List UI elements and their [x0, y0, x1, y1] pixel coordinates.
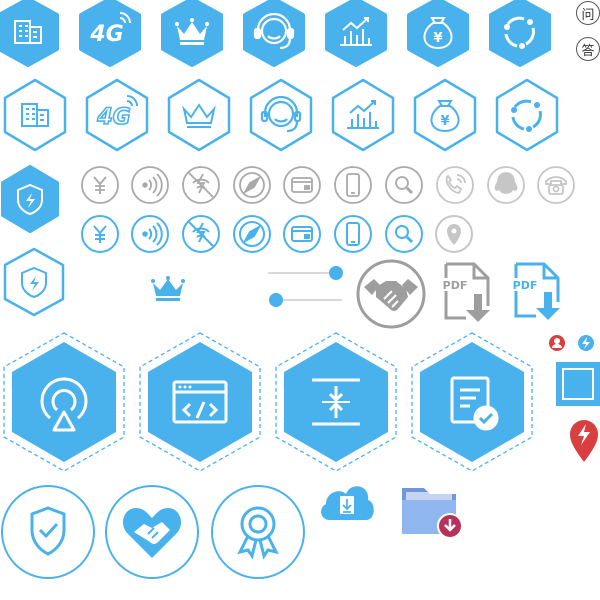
hex-filled-money-bag: ¥ [407, 0, 469, 67]
hex-filled-headset [243, 0, 305, 67]
question-char: 问 [581, 7, 595, 23]
folder-download-icon[interactable] [400, 484, 466, 542]
gray-qq-icon [487, 166, 525, 204]
hex-outline-chart [331, 78, 395, 152]
blue-compass-icon [233, 215, 271, 253]
gray-compass-icon [233, 166, 271, 204]
hex-large-compress [275, 332, 397, 472]
blue-card-icon [283, 215, 321, 253]
hex-filled-cycle [489, 0, 551, 67]
bolt-badge-icon [577, 334, 595, 352]
large-dashed-hexagons [0, 332, 540, 477]
pdf-download-blue[interactable]: PDF [510, 262, 566, 326]
slider-right[interactable] [266, 264, 344, 282]
blue-circle-row [80, 214, 480, 256]
hex-large-document [411, 332, 533, 472]
gray-telephone-icon [537, 166, 575, 204]
handshake-badge [354, 257, 428, 331]
answer-badge: 答 [576, 37, 600, 61]
slider-left[interactable] [266, 291, 344, 309]
gray-nfc-signal-icon [131, 166, 169, 204]
cloud-download-icon[interactable] [316, 478, 378, 524]
hex-filled-building [0, 0, 59, 67]
pdf-download-gray[interactable]: PDF [440, 262, 496, 326]
blue-phone-icon [334, 215, 372, 253]
hex-large-code [139, 332, 261, 472]
answer-char: 答 [581, 43, 595, 59]
hex-filled-4g: 4G [79, 0, 141, 67]
hex-outline-crown [167, 78, 231, 152]
hex-outline-money-bag: ¥ [413, 78, 477, 152]
hex-outline-shield [3, 247, 65, 317]
row1-filled-hexagons: 4G ¥ [0, 0, 570, 70]
slider-left-thumb [269, 293, 283, 307]
svg-text:PDF: PDF [443, 279, 468, 292]
gray-no-signal-icon [182, 166, 220, 204]
blue-square-icon [556, 362, 600, 406]
hex-filled-chart [325, 0, 387, 67]
hex-outline-headset [249, 78, 313, 152]
gray-search-icon [385, 166, 423, 204]
hex-filled-shield [1, 165, 59, 233]
svg-text:4G: 4G [96, 105, 130, 130]
slider-right-thumb [329, 266, 343, 280]
hex-outline-4g: 4G [85, 78, 149, 152]
gray-phone-icon [334, 166, 372, 204]
blue-no-signal-icon [182, 215, 220, 253]
shield-hexagons [0, 165, 72, 320]
gray-circle-row [80, 165, 580, 207]
row2-outline-hexagons: 4G ¥ [0, 78, 570, 156]
bottom-circle-award [210, 484, 308, 582]
svg-text:PDF: PDF [513, 279, 538, 292]
red-pin-bolt-icon [568, 418, 600, 464]
hex-filled-crown [161, 0, 223, 67]
svg-text:4G: 4G [89, 22, 123, 47]
gray-card-icon [283, 166, 321, 204]
blue-location-pin-icon [435, 215, 473, 253]
blue-yen-icon [81, 215, 119, 253]
hex-large-broadcast [3, 332, 125, 472]
bottom-circle-shield [0, 484, 98, 582]
gray-phone-call-icon [436, 166, 474, 204]
hex-outline-building [3, 78, 67, 152]
small-crown-icon [150, 275, 186, 303]
question-badge: 问 [576, 1, 600, 25]
user-badge-icon [548, 334, 566, 352]
gray-yen-icon [81, 166, 119, 204]
svg-text:¥: ¥ [440, 114, 449, 129]
blue-search-icon [385, 215, 423, 253]
blue-nfc-signal-icon [131, 215, 169, 253]
bottom-circle-heart [104, 484, 202, 582]
svg-text:¥: ¥ [433, 31, 442, 46]
hex-outline-cycle [495, 78, 559, 152]
